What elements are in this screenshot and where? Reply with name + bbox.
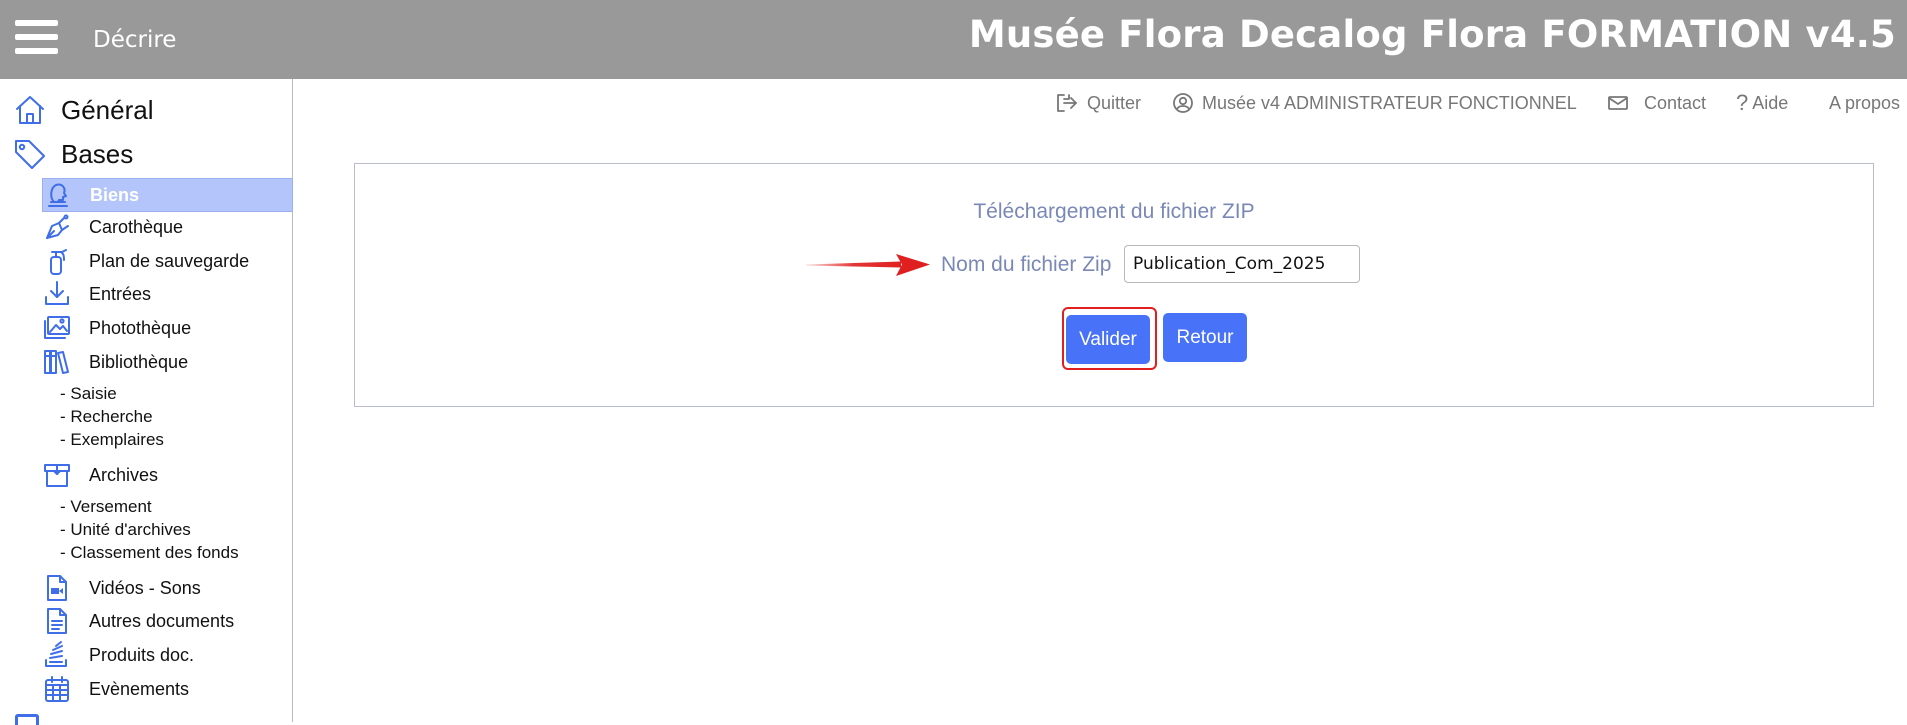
sidebar-subitem-recherche[interactable]: - Recherche — [60, 407, 153, 427]
panel-title: Téléchargement du fichier ZIP — [973, 200, 1255, 223]
sidebar-item-label: Photothèque — [89, 317, 192, 338]
app-title: Musée Flora Decalog Flora FORMATION v4.5 — [968, 13, 1896, 56]
sidebar-item-carotheque[interactable]: Carothèque — [42, 211, 290, 243]
fire-extinguisher-icon — [50, 249, 67, 275]
sidebar-item-produits-doc[interactable]: Produits doc. — [42, 639, 290, 671]
sidebar-item-label: Général — [61, 94, 154, 125]
zip-download-panel: Téléchargement du fichier ZIP Nom du fic… — [354, 163, 1874, 407]
sidebar-item-label: Biens — [90, 184, 140, 205]
sidebar-subitem-unite-archives[interactable]: - Unité d'archives — [60, 520, 191, 540]
zip-filename-input[interactable] — [1124, 245, 1360, 283]
help-label: Aide — [1752, 92, 1789, 113]
contact-link[interactable]: Contact — [1606, 91, 1706, 115]
quit-label: Quitter — [1087, 92, 1142, 113]
sidebar-item-videos-sons[interactable]: Vidéos - Sons — [42, 572, 290, 604]
sidebar-item-biens[interactable]: Biens — [42, 178, 293, 212]
sidebar-item-label: Bibliothèque — [89, 351, 189, 372]
envelope-icon — [1608, 96, 1628, 110]
app-header: Décrire Musée Flora Decalog Flora FORMAT… — [0, 0, 1907, 79]
about-label: A propos — [1829, 92, 1901, 113]
sidebar-item-label: Carothèque — [89, 216, 184, 237]
sidebar-item-archives[interactable]: Archives — [42, 459, 290, 491]
sidebar-item-bases[interactable]: Bases — [13, 134, 133, 174]
home-icon — [16, 96, 44, 124]
video-file-icon — [47, 575, 67, 601]
download-tray-icon — [45, 281, 69, 305]
sidebar-item-evenements[interactable]: Evènements — [42, 673, 290, 705]
sidebar-item-plan-de-sauvegarde[interactable]: Plan de sauvegarde — [42, 245, 290, 277]
sidebar-item-phototheque[interactable]: Photothèque — [42, 312, 290, 344]
pen-nib-icon — [46, 214, 69, 239]
sidebar-item-entrees[interactable]: Entrées — [42, 278, 290, 310]
hamburger-menu-icon[interactable] — [15, 20, 59, 54]
sidebar-item-label: Entrées — [89, 283, 152, 304]
sidebar-item-autres-documents[interactable]: Autres documents — [42, 605, 290, 637]
annotation-arrow-icon — [806, 254, 930, 276]
sidebar-item-label: Vidéos - Sons — [89, 577, 201, 598]
valider-button[interactable]: Valider — [1066, 315, 1150, 364]
contact-label: Contact — [1644, 92, 1707, 113]
sidebar-item-label: Autres documents — [89, 610, 235, 631]
sidebar-subitem-exemplaires[interactable]: - Exemplaires — [60, 430, 164, 450]
sidebar-subitem-saisie[interactable]: - Saisie — [60, 384, 117, 404]
books-icon — [44, 350, 69, 374]
sidebar-item-label: Plan de sauvegarde — [89, 250, 250, 271]
user-circle-icon — [1173, 93, 1193, 113]
sidebar-item-label: Evènements — [89, 678, 190, 699]
user-label: Musée v4 ADMINISTRATEUR FONCTIONNEL — [1202, 92, 1577, 113]
sign-out-icon — [1057, 94, 1077, 112]
sidebar-item-label: Archives — [89, 464, 159, 485]
sidebar-item-bibliotheque[interactable]: Bibliothèque — [42, 346, 290, 378]
quit-link[interactable]: Quitter — [1055, 91, 1141, 115]
help-link[interactable]: ? Aide — [1736, 90, 1789, 115]
sidebar: Général Bases Biens Carothèque Plan de s… — [0, 79, 293, 725]
zip-filename-label: Nom du fichier Zip — [941, 253, 1112, 276]
open-box-icon — [44, 464, 70, 487]
images-icon — [44, 316, 70, 339]
bust-icon — [48, 183, 68, 207]
truncated-sidebar-icon — [15, 714, 39, 725]
tag-icon — [15, 140, 45, 169]
sidebar-subitem-versement[interactable]: - Versement — [60, 497, 152, 517]
sidebar-subitem-classement-fonds[interactable]: - Classement des fonds — [60, 543, 239, 563]
question-mark-icon: ? — [1736, 90, 1749, 115]
document-icon — [47, 608, 67, 634]
sidebar-item-label: Produits doc. — [89, 644, 195, 665]
user-link[interactable]: Musée v4 ADMINISTRATEUR FONCTIONNEL — [1172, 91, 1577, 115]
retour-button[interactable]: Retour — [1163, 313, 1247, 362]
stack-icon — [45, 641, 67, 667]
sidebar-item-label: Bases — [61, 138, 134, 169]
about-link[interactable]: A propos — [1829, 91, 1900, 115]
calendar-icon — [45, 676, 69, 702]
section-title: Décrire — [93, 27, 177, 53]
sidebar-item-general[interactable]: Général — [13, 90, 154, 130]
